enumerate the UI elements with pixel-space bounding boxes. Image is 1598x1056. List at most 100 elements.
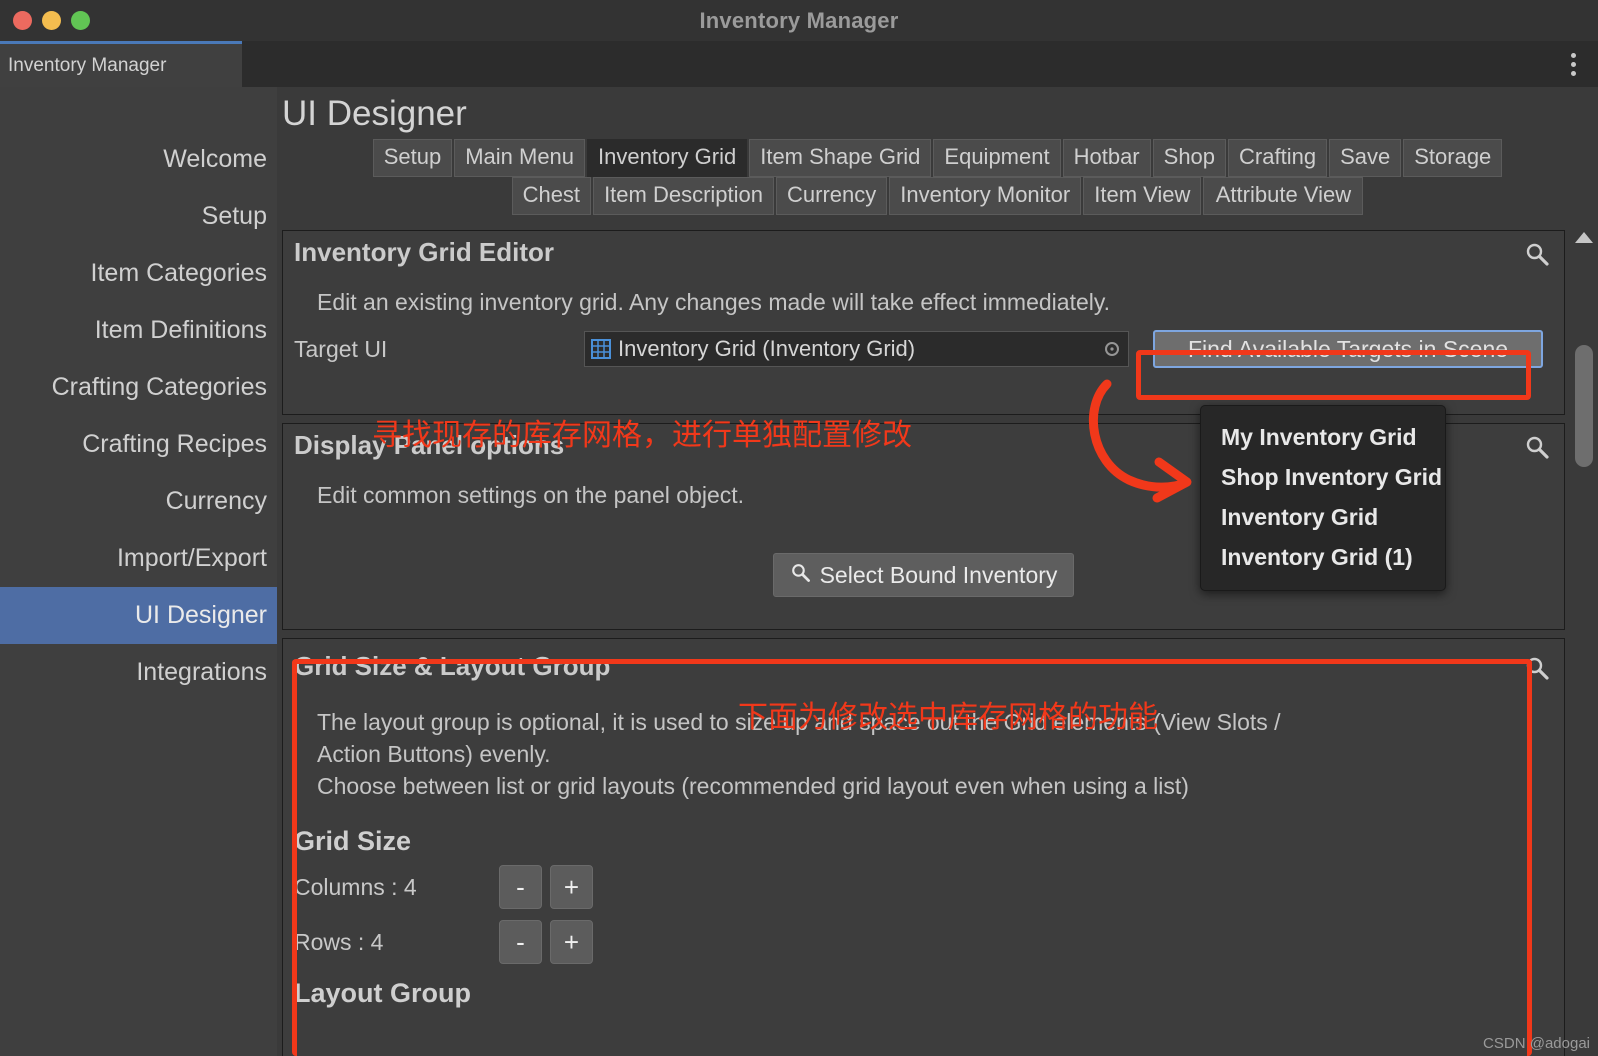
sidebar-item-label: Item Categories	[90, 259, 267, 287]
sidebar-item-label: Crafting Categories	[51, 373, 267, 401]
target-ui-object-field[interactable]: Inventory Grid (Inventory Grid)	[584, 331, 1129, 367]
tab-label: Inventory Monitor	[900, 182, 1071, 207]
sidebar-item-ui-designer[interactable]: UI Designer	[0, 587, 277, 644]
target-ui-value: Inventory Grid (Inventory Grid)	[618, 336, 916, 361]
tab-inventory-monitor[interactable]: Inventory Monitor	[889, 177, 1082, 215]
columns-decrement-button[interactable]: -	[499, 865, 542, 909]
grid-size-layout-group-title: Grid Size & Layout Group	[294, 651, 611, 681]
tab-label: Crafting	[1239, 144, 1317, 169]
columns-label: Columns : 4	[294, 873, 417, 900]
window-tab-inventory-manager[interactable]: Inventory Manager	[0, 41, 242, 87]
available-targets-dropdown[interactable]: My Inventory Grid Shop Inventory Grid Inve…	[1200, 405, 1446, 591]
rows-increment-button[interactable]: +	[550, 920, 593, 964]
find-available-targets-button[interactable]: Find Available Targets in Scene	[1153, 330, 1543, 368]
tab-inventory-grid[interactable]: Inventory Grid	[587, 139, 748, 177]
window-titlebar: Inventory Manager	[0, 0, 1598, 41]
dropdown-item-inventory-grid-1-[interactable]: Inventory Grid (1)	[1201, 538, 1445, 578]
inventory-grid-editor-description: Edit an existing inventory grid. Any cha…	[317, 289, 1111, 315]
rows-row: Rows : 4 - +	[283, 909, 1564, 964]
target-ui-row: Target UI Inventory Grid (Inventory Grid…	[283, 322, 1564, 378]
page-title: UI Designer	[282, 94, 467, 133]
sidebar-item-label: Currency	[165, 487, 267, 515]
tab-hotbar[interactable]: Hotbar	[1062, 139, 1151, 177]
grid-panel-description-line-2: Action Buttons) evenly.	[317, 741, 551, 767]
sidebar-item-setup[interactable]: Setup	[0, 188, 277, 245]
tab-crafting[interactable]: Crafting	[1228, 139, 1328, 177]
tab-label: Shop	[1163, 144, 1216, 169]
sidebar-item-item-definitions[interactable]: Item Definitions	[0, 302, 277, 359]
tab-label: Equipment	[944, 144, 1050, 169]
rows-decrement-button[interactable]: -	[499, 920, 542, 964]
watermark: CSDN @adogai	[1483, 1035, 1590, 1052]
editor-tabs-row-1: Setup Main Menu Inventory Grid Item Shape G…	[277, 139, 1598, 177]
grid-size-heading: Grid Size	[294, 826, 412, 856]
tab-save[interactable]: Save	[1329, 139, 1402, 177]
columns-row: Columns : 4 - +	[283, 861, 1564, 909]
sidebar-item-label: Integrations	[136, 658, 267, 686]
tab-shop[interactable]: Shop	[1152, 139, 1227, 177]
tab-item-view[interactable]: Item View	[1083, 177, 1202, 215]
sidebar: Welcome Setup Item Categories Item Definiti…	[0, 87, 277, 1056]
sidebar-item-item-categories[interactable]: Item Categories	[0, 245, 277, 302]
sidebar-item-crafting-categories[interactable]: Crafting Categories	[0, 359, 277, 416]
tab-item-description[interactable]: Item Description	[593, 177, 775, 215]
tab-label: Inventory Grid	[598, 144, 737, 169]
kebab-menu-icon[interactable]	[1570, 53, 1576, 76]
sidebar-item-welcome[interactable]: Welcome	[0, 131, 277, 188]
dropdown-item-inventory-grid[interactable]: Inventory Grid	[1201, 498, 1445, 538]
tab-main-menu[interactable]: Main Menu	[454, 139, 586, 177]
tab-label: Currency	[787, 182, 877, 207]
search-icon[interactable]	[1524, 434, 1550, 460]
rows-label: Rows : 4	[294, 928, 384, 955]
columns-increment-button[interactable]: +	[550, 865, 593, 909]
sidebar-item-integrations[interactable]: Integrations	[0, 644, 277, 701]
find-available-targets-label: Find Available Targets in Scene	[1187, 335, 1509, 362]
search-icon[interactable]	[1524, 241, 1550, 267]
grid-panel-description-line-3: Choose between list or grid layouts (rec…	[317, 773, 1189, 799]
window-title: Inventory Manager	[699, 7, 899, 33]
inventory-grid-editor-panel: Inventory Grid Editor Edit an existing i…	[282, 230, 1565, 415]
sidebar-item-import-export[interactable]: Import/Export	[0, 530, 277, 587]
target-ui-label: Target UI	[294, 335, 388, 362]
chevron-up-icon[interactable]	[1575, 232, 1593, 243]
tab-chest[interactable]: Chest	[511, 177, 592, 215]
search-icon	[790, 562, 811, 589]
tab-label: Item Description	[604, 182, 764, 207]
sidebar-item-label: UI Designer	[135, 601, 267, 629]
window-tabstrip: Inventory Manager	[0, 41, 1598, 87]
window-tab-label: Inventory Manager	[8, 54, 167, 76]
tab-equipment[interactable]: Equipment	[933, 139, 1061, 177]
tab-setup[interactable]: Setup	[372, 139, 453, 177]
layout-group-heading: Layout Group	[294, 978, 471, 1008]
tab-label: Chest	[522, 182, 581, 207]
dropdown-item-shop-inventory-grid[interactable]: Shop Inventory Grid	[1201, 458, 1445, 498]
object-picker-icon[interactable]	[1102, 339, 1122, 359]
tab-label: Storage	[1414, 144, 1492, 169]
application-window: Inventory Manager Inventory Manager Welc…	[0, 0, 1598, 1056]
sidebar-item-crafting-recipes[interactable]: Crafting Recipes	[0, 416, 277, 473]
tab-label: Hotbar	[1073, 144, 1140, 169]
sidebar-item-currency[interactable]: Currency	[0, 473, 277, 530]
sidebar-item-label: Setup	[201, 202, 267, 230]
editor-tabs-row-2: Chest Item Description Currency Inventory M…	[277, 177, 1598, 215]
tab-attribute-view[interactable]: Attribute View	[1203, 177, 1364, 215]
grid-panel-description-line-1: The layout group is optional, it is used…	[317, 709, 1281, 735]
tab-label: Setup	[383, 144, 442, 169]
search-icon[interactable]	[1524, 655, 1550, 681]
tab-item-shape-grid[interactable]: Item Shape Grid	[749, 139, 932, 177]
tab-label: Item View	[1094, 182, 1191, 207]
grid-object-icon	[591, 339, 611, 359]
sidebar-item-label: Import/Export	[116, 544, 267, 572]
editor-scroll-viewport: Inventory Grid Editor Edit an existing i…	[282, 230, 1565, 1056]
dropdown-item-my-inventory-grid[interactable]: My Inventory Grid	[1201, 418, 1445, 458]
inventory-grid-editor-title: Inventory Grid Editor	[294, 237, 555, 267]
select-bound-inventory-label: Select Bound Inventory	[819, 561, 1058, 588]
tab-storage[interactable]: Storage	[1403, 139, 1503, 177]
vertical-scrollbar[interactable]	[1570, 230, 1598, 1056]
sidebar-item-label: Welcome	[163, 145, 267, 173]
tab-label: Item Shape Grid	[760, 144, 921, 169]
tab-currency[interactable]: Currency	[776, 177, 888, 215]
sidebar-item-label: Crafting Recipes	[82, 430, 267, 458]
scrollbar-thumb[interactable]	[1575, 345, 1593, 467]
select-bound-inventory-button[interactable]: Select Bound Inventory	[772, 553, 1075, 597]
